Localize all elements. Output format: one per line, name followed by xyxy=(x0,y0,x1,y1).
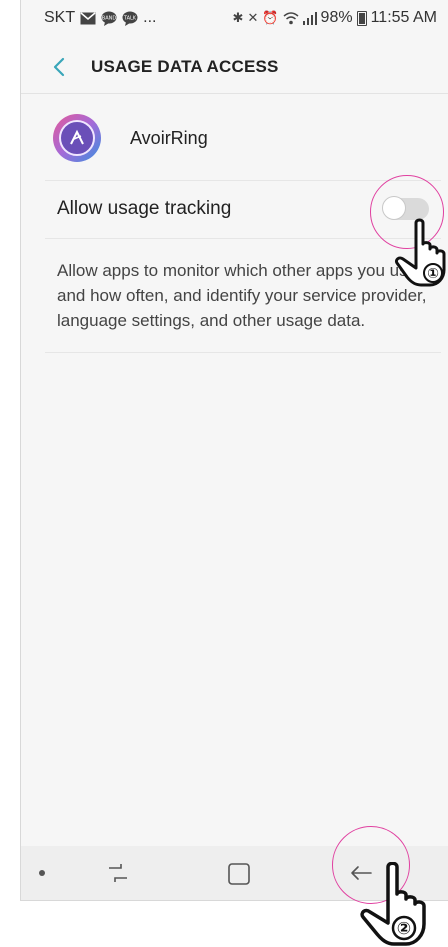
app-name: AvoirRing xyxy=(130,128,208,148)
step-2-label: ② xyxy=(397,919,411,939)
more-notifications: ... xyxy=(143,9,157,26)
chevron-left-icon[interactable] xyxy=(49,56,71,78)
phone-screen: SKT BAND TALK ... ✱ ✕ ⏰ 98% 11:55 AM USA… xyxy=(20,0,448,901)
battery-percent: 98% xyxy=(320,9,353,26)
alarm-icon: ⏰ xyxy=(262,10,279,25)
setting-description: Allow apps to monitor which other apps y… xyxy=(57,261,427,330)
mail-icon xyxy=(80,11,96,24)
battery-icon xyxy=(356,10,367,26)
clock: 11:55 AM xyxy=(370,9,437,26)
home-icon[interactable] xyxy=(227,862,251,886)
step-1-label: ① xyxy=(427,266,439,282)
recent-apps-icon[interactable] xyxy=(105,862,131,884)
band-chat-icon: BAND xyxy=(101,11,117,26)
dot-icon[interactable] xyxy=(39,870,45,876)
carrier-label: SKT xyxy=(44,9,76,26)
allow-usage-tracking-label: Allow usage tracking xyxy=(57,198,232,219)
pointing-hand-icon: ① xyxy=(395,218,446,287)
status-bar-right: ✱ ✕ ⏰ 98% 11:55 AM xyxy=(233,9,437,27)
talk-chat-icon: TALK xyxy=(122,11,138,26)
svg-text:TALK: TALK xyxy=(123,15,137,21)
divider xyxy=(45,352,441,353)
app-info-row: AvoirRing xyxy=(21,94,448,180)
mute-icon: ✕ xyxy=(247,10,259,25)
pointing-hand-icon: ② xyxy=(360,862,426,946)
status-bar: SKT BAND TALK ... ✱ ✕ ⏰ 98% 11:55 AM xyxy=(21,0,448,36)
page-title: USAGE DATA ACCESS xyxy=(91,57,279,76)
bluetooth-icon: ✱ xyxy=(232,10,244,25)
status-bar-left: SKT BAND TALK ... xyxy=(44,9,156,27)
app-bar: USAGE DATA ACCESS xyxy=(21,36,448,94)
svg-text:BAND: BAND xyxy=(102,15,117,21)
avoirring-app-icon xyxy=(53,114,101,162)
wifi-icon xyxy=(283,11,299,24)
signal-icon xyxy=(302,11,317,25)
